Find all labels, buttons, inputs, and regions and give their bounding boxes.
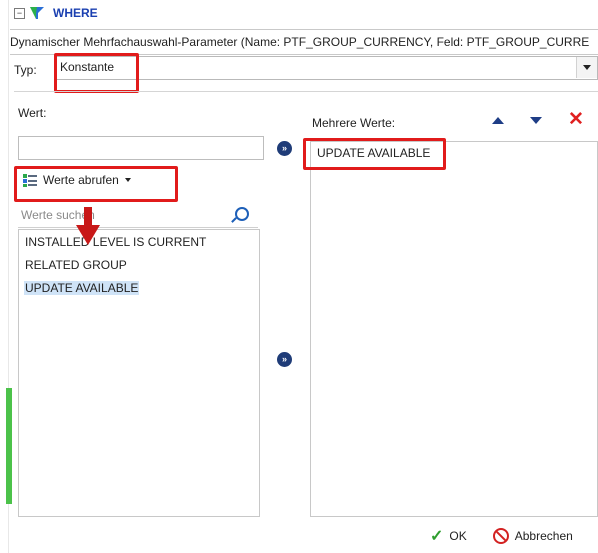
divider [14,91,598,92]
ok-button[interactable]: OK [449,529,466,543]
collapse-icon[interactable]: − [14,7,25,19]
wert-input[interactable] [18,136,264,160]
list-item-selected[interactable]: UPDATE AVAILABLE [24,281,140,295]
move-down-icon[interactable] [530,117,542,124]
wert-label: Wert: [18,106,47,120]
highlight-typ [54,53,139,93]
cancel-icon [492,528,509,544]
move-up-icon[interactable] [492,117,504,124]
highlight-selected-value [303,138,446,170]
available-values-list[interactable]: INSTALLED LEVEL IS CURRENT RELATED GROUP… [18,229,260,517]
filter-icon [30,7,44,19]
typ-label: Typ: [14,63,37,77]
add-value-button[interactable]: » [277,141,292,156]
where-header: − WHERE [14,3,98,23]
parameter-description: Dynamischer Mehrfachauswahl-Parameter (N… [10,29,598,55]
search-icon[interactable] [235,207,249,221]
status-indicator-bar [6,388,12,504]
list-item[interactable]: RELATED GROUP [25,258,127,272]
chevron-down-icon[interactable] [576,57,597,78]
selected-values-list[interactable]: UPDATE AVAILABLE [310,141,598,517]
delete-icon[interactable]: ✕ [568,110,584,130]
where-label: WHERE [53,6,98,20]
highlight-fetch [14,166,178,202]
list-item[interactable]: INSTALLED LEVEL IS CURRENT [25,235,206,249]
annotation-arrow-icon [76,207,100,245]
dialog-footer: ✓ OK Abbrechen [430,526,573,546]
cancel-button[interactable]: Abbrechen [515,529,573,543]
add-selected-button[interactable]: » [277,352,292,367]
multiple-values-label: Mehrere Werte: [312,116,396,130]
ok-check-icon: ✓ [430,528,444,545]
